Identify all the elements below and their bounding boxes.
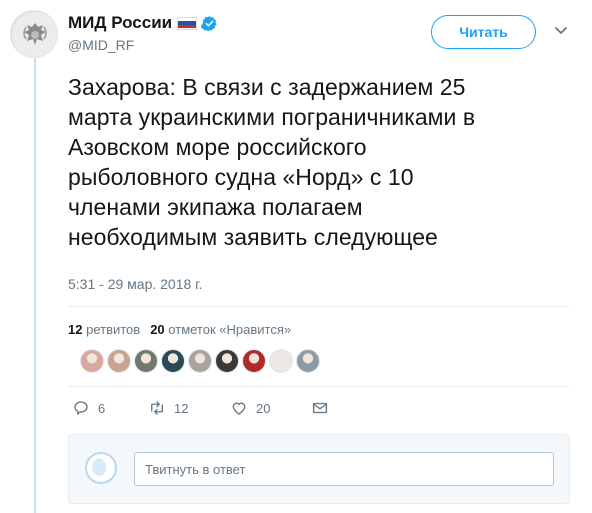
heart-icon xyxy=(232,402,246,415)
liker-avatar[interactable] xyxy=(215,349,239,373)
reply-button[interactable]: 6 xyxy=(72,399,105,417)
tweet-timestamp[interactable]: 5:31 - 29 мар. 2018 г. xyxy=(68,276,202,292)
chevron-down-icon[interactable] xyxy=(554,26,568,36)
likes-stat[interactable]: 20 отметок «Нравится» xyxy=(150,322,291,337)
tweet-text-line: необходимым заявить следующее xyxy=(68,224,438,250)
like-button[interactable]: 20 xyxy=(230,399,270,417)
likes-label: отметок «Нравится» xyxy=(168,322,292,337)
retweet-button[interactable]: 12 xyxy=(148,399,188,417)
liker-avatar[interactable] xyxy=(161,349,185,373)
tweet-text-line: членами экипажа полагаем xyxy=(68,194,363,220)
reply-composer xyxy=(68,434,570,504)
liker-avatar[interactable] xyxy=(188,349,212,373)
reply-icon xyxy=(74,401,88,415)
liker-avatar[interactable] xyxy=(296,349,320,373)
current-user-avatar xyxy=(85,452,117,484)
tweet-text-line: марта украинскими пограничниками в xyxy=(68,104,476,130)
likers-avatars xyxy=(80,349,320,373)
likes-count: 20 xyxy=(150,322,165,337)
coat-of-arms-icon xyxy=(12,12,57,57)
author-display-name[interactable]: МИД России xyxy=(68,13,172,33)
envelope-icon xyxy=(312,402,328,414)
divider xyxy=(68,386,570,387)
liker-avatar[interactable] xyxy=(80,349,104,373)
author-handle[interactable]: @MID_RF xyxy=(68,37,134,53)
verified-badge-icon xyxy=(201,15,217,31)
retweet-icon xyxy=(151,401,163,415)
author-avatar[interactable] xyxy=(10,10,58,58)
egg-avatar-icon xyxy=(92,458,107,476)
tweet-actions: 6 12 20 xyxy=(68,399,348,421)
retweets-label: ретвитов xyxy=(86,322,141,337)
tweet-text-line: Азовском море российского xyxy=(68,134,367,160)
author-name-row: МИД России xyxy=(68,12,218,34)
thread-line xyxy=(34,58,36,513)
tweet-text-line: Захарова: В связи с задержанием 25 xyxy=(68,74,466,100)
liker-avatar[interactable] xyxy=(269,349,293,373)
liker-avatar[interactable] xyxy=(134,349,158,373)
tweet-text-line: рыболовного судна «Норд» с 10 xyxy=(68,164,414,190)
retweet-count: 12 xyxy=(174,400,189,416)
liker-avatar[interactable] xyxy=(107,349,131,373)
like-count: 20 xyxy=(256,400,271,416)
divider xyxy=(68,306,570,307)
retweets-count: 12 xyxy=(68,322,83,337)
direct-message-button[interactable] xyxy=(311,399,329,417)
tweet-text: Захарова: В связи с задержанием 25 марта… xyxy=(68,72,573,252)
reply-count: 6 xyxy=(98,400,106,416)
follow-button[interactable]: Читать xyxy=(431,15,536,49)
russia-flag-icon xyxy=(177,16,198,30)
reply-input[interactable] xyxy=(134,452,554,486)
tweet-stats: 12 ретвитов 20 отметок «Нравится» xyxy=(68,322,291,337)
retweets-stat[interactable]: 12 ретвитов xyxy=(68,322,140,337)
liker-avatar[interactable] xyxy=(242,349,266,373)
